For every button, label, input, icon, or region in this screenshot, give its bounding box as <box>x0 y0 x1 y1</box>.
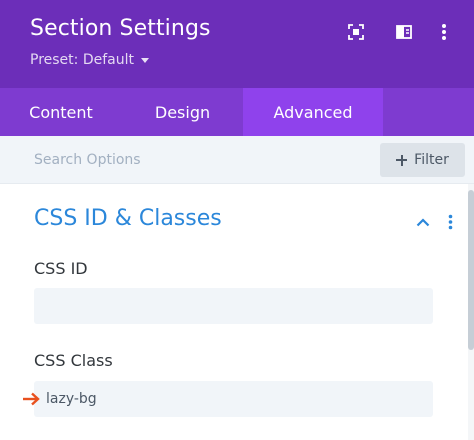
panel-title: Section Settings <box>30 16 211 41</box>
plus-icon <box>396 154 408 166</box>
tab-content[interactable]: Content <box>0 88 122 136</box>
settings-tabs: Content Design Advanced <box>0 88 474 136</box>
scrollbar-thumb[interactable] <box>468 190 474 350</box>
screen-capture-icon[interactable] <box>346 22 366 42</box>
search-options-input[interactable] <box>20 144 360 176</box>
tab-advanced[interactable]: Advanced <box>243 88 383 136</box>
css-class-input[interactable] <box>34 381 433 417</box>
section-settings-panel: Section Settings Preset: Default Content… <box>0 0 474 440</box>
css-id-input[interactable] <box>34 288 433 324</box>
panel-header: Section Settings Preset: Default <box>0 0 474 88</box>
css-class-label: CSS Class <box>34 351 113 370</box>
orange-arrow-icon <box>23 392 40 406</box>
css-id-label: CSS ID <box>34 259 88 278</box>
tab-design[interactable]: Design <box>122 88 243 136</box>
sidebar-layout-icon[interactable] <box>394 22 414 42</box>
chevron-up-icon[interactable] <box>412 212 434 232</box>
more-vertical-icon[interactable] <box>434 22 454 42</box>
search-bar: Filter <box>0 136 474 184</box>
caret-down-icon <box>140 58 149 63</box>
filter-label: Filter <box>414 152 449 168</box>
section-title[interactable]: CSS ID & Classes <box>34 206 222 231</box>
filter-button[interactable]: Filter <box>380 143 465 177</box>
preset-label: Preset: Default <box>30 52 134 68</box>
section-more-vertical-icon[interactable] <box>442 210 458 234</box>
preset-dropdown[interactable]: Preset: Default <box>30 52 149 68</box>
